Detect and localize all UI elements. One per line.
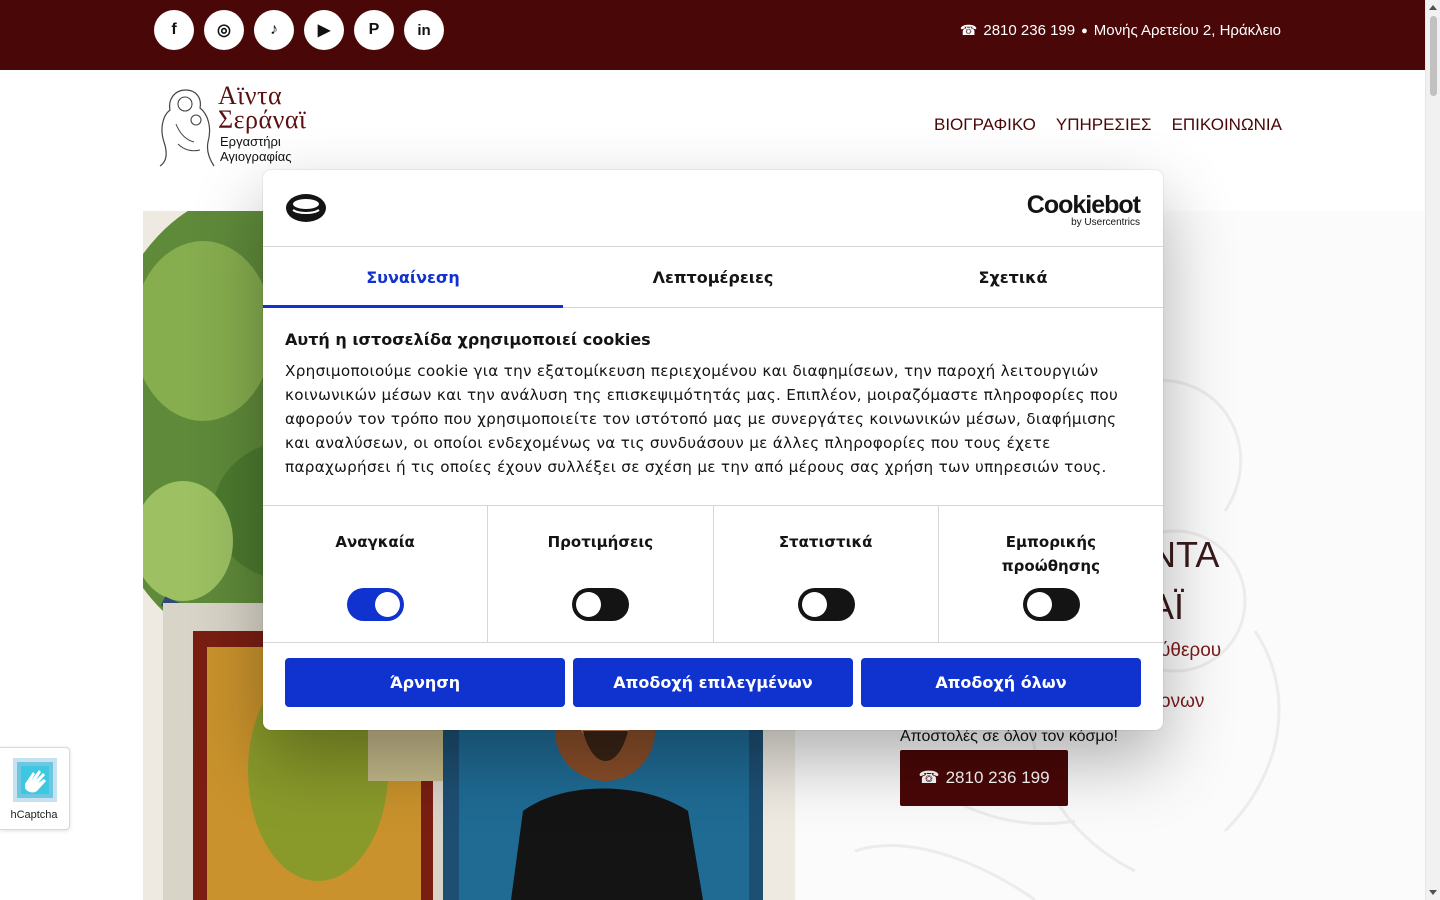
cookie-tabs: Συναίνεση Λεπτομέρειες Σχετικά (263, 247, 1163, 308)
youtube-icon[interactable]: ▶ (304, 10, 344, 50)
phone-icon: ☎ (918, 768, 940, 787)
cookiebot-badge-icon (286, 194, 326, 222)
top-bar: f ◎ ♪ ▶ P in ☎ 2810 236 199 ● Μονής Αρετ… (0, 0, 1425, 70)
instagram-icon[interactable]: ◎ (204, 10, 244, 50)
main-nav: ΒΙΟΓΡΑΦΙΚΟ ΥΠΗΡΕΣΙΕΣ ΕΠΙΚΟΙΝΩΝΙΑ (934, 115, 1282, 135)
nav-item-biography[interactable]: ΒΙΟΓΡΑΦΙΚΟ (934, 115, 1036, 135)
contact-info: ☎ 2810 236 199 ● Μονής Αρετείου 2, Ηράκλ… (960, 22, 1281, 39)
call-button[interactable]: ☎ 2810 236 199 (900, 750, 1068, 806)
tiktok-icon[interactable]: ♪ (254, 10, 294, 50)
hero-subtitle-line1: ύθερου (1160, 640, 1222, 661)
hcaptcha-badge[interactable]: hCaptcha (0, 747, 70, 830)
logo-subtitle: Εργαστήρι Αγιογραφίας (220, 134, 292, 164)
cookie-description: Χρησιμοποιούμε cookie για την εξατομίκευ… (285, 362, 1119, 476)
necessary-toggle[interactable] (347, 588, 405, 621)
call-button-label: 2810 236 199 (945, 768, 1050, 787)
tab-about[interactable]: Σχετικά (863, 247, 1163, 307)
hero-subtitle-line2: ονων (1160, 691, 1205, 712)
tab-consent[interactable]: Συναίνεση (263, 247, 563, 308)
site-logo[interactable]: Αϊντα Σεράναϊ Εργαστήρι Αγιογραφίας (156, 81, 326, 170)
accept-all-button[interactable]: Αποδοχή όλων (861, 658, 1141, 707)
cookiebot-logo[interactable]: Cookiebot by Usercentrics (1027, 192, 1141, 228)
scroll-thumb[interactable] (1430, 16, 1437, 96)
scroll-down-arrow-icon[interactable] (1429, 890, 1437, 895)
cookie-consent-dialog: Cookiebot by Usercentrics Συναίνεση Λεπτ… (263, 170, 1163, 730)
hcaptcha-icon (13, 758, 57, 802)
category-label: Αναγκαία (335, 533, 415, 551)
nav-item-contact[interactable]: ΕΠΙΚΟΙΝΩΝΙΑ (1172, 115, 1282, 135)
cookie-actions: Άρνηση Αποδοχή επιλεγμένων Αποδοχή όλων (285, 658, 1141, 707)
phone-icon: ☎ (959, 22, 978, 38)
top-phone-link[interactable]: 2810 236 199 (983, 22, 1075, 39)
category-statistics: Στατιστικά (714, 506, 939, 642)
tab-details[interactable]: Λεπτομέρειες (563, 247, 863, 307)
cookie-dialog-body: Αυτή η ιστοσελίδα χρησιμοποιεί cookies Χ… (285, 330, 1141, 479)
category-label: Προτιμήσεις (547, 533, 654, 551)
top-address: Μονής Αρετείου 2, Ηράκλειο (1093, 22, 1281, 39)
page-scrollbar[interactable] (1425, 0, 1440, 900)
category-marketing: Εμπορικής προώθησης (939, 506, 1163, 642)
accept-selected-button[interactable]: Αποδοχή επιλεγμένων (573, 658, 853, 707)
category-preferences: Προτιμήσεις (488, 506, 714, 642)
location-pin-icon: ● (1081, 24, 1088, 37)
shipping-note: Αποστολές σε όλον τον κόσμο! (900, 728, 1118, 745)
marketing-toggle[interactable] (1022, 588, 1080, 621)
cookie-heading: Αυτή η ιστοσελίδα χρησιμοποιεί cookies (285, 330, 651, 349)
linkedin-icon[interactable]: in (404, 10, 444, 50)
cookie-dialog-header: Cookiebot by Usercentrics (263, 170, 1163, 247)
category-necessary: Αναγκαία (263, 506, 489, 642)
hcaptcha-label: hCaptcha (10, 809, 58, 821)
statistics-toggle[interactable] (797, 588, 855, 621)
icon-figure-logo-icon (159, 89, 215, 167)
facebook-icon[interactable]: f (154, 10, 194, 50)
logo-name: Αϊντα Σεράναϊ (218, 81, 307, 134)
preferences-toggle[interactable] (572, 588, 630, 621)
nav-item-services[interactable]: ΥΠΗΡΕΣΙΕΣ (1056, 115, 1152, 135)
category-label: Στατιστικά (778, 533, 873, 551)
cookie-categories: Αναγκαία Προτιμήσεις Στατιστικά Εμπορική… (263, 505, 1163, 643)
scroll-up-arrow-icon[interactable] (1429, 5, 1437, 10)
deny-button[interactable]: Άρνηση (285, 658, 565, 707)
pinterest-icon[interactable]: P (354, 10, 394, 50)
category-label: Εμπορικής προώθησης (1001, 533, 1100, 575)
